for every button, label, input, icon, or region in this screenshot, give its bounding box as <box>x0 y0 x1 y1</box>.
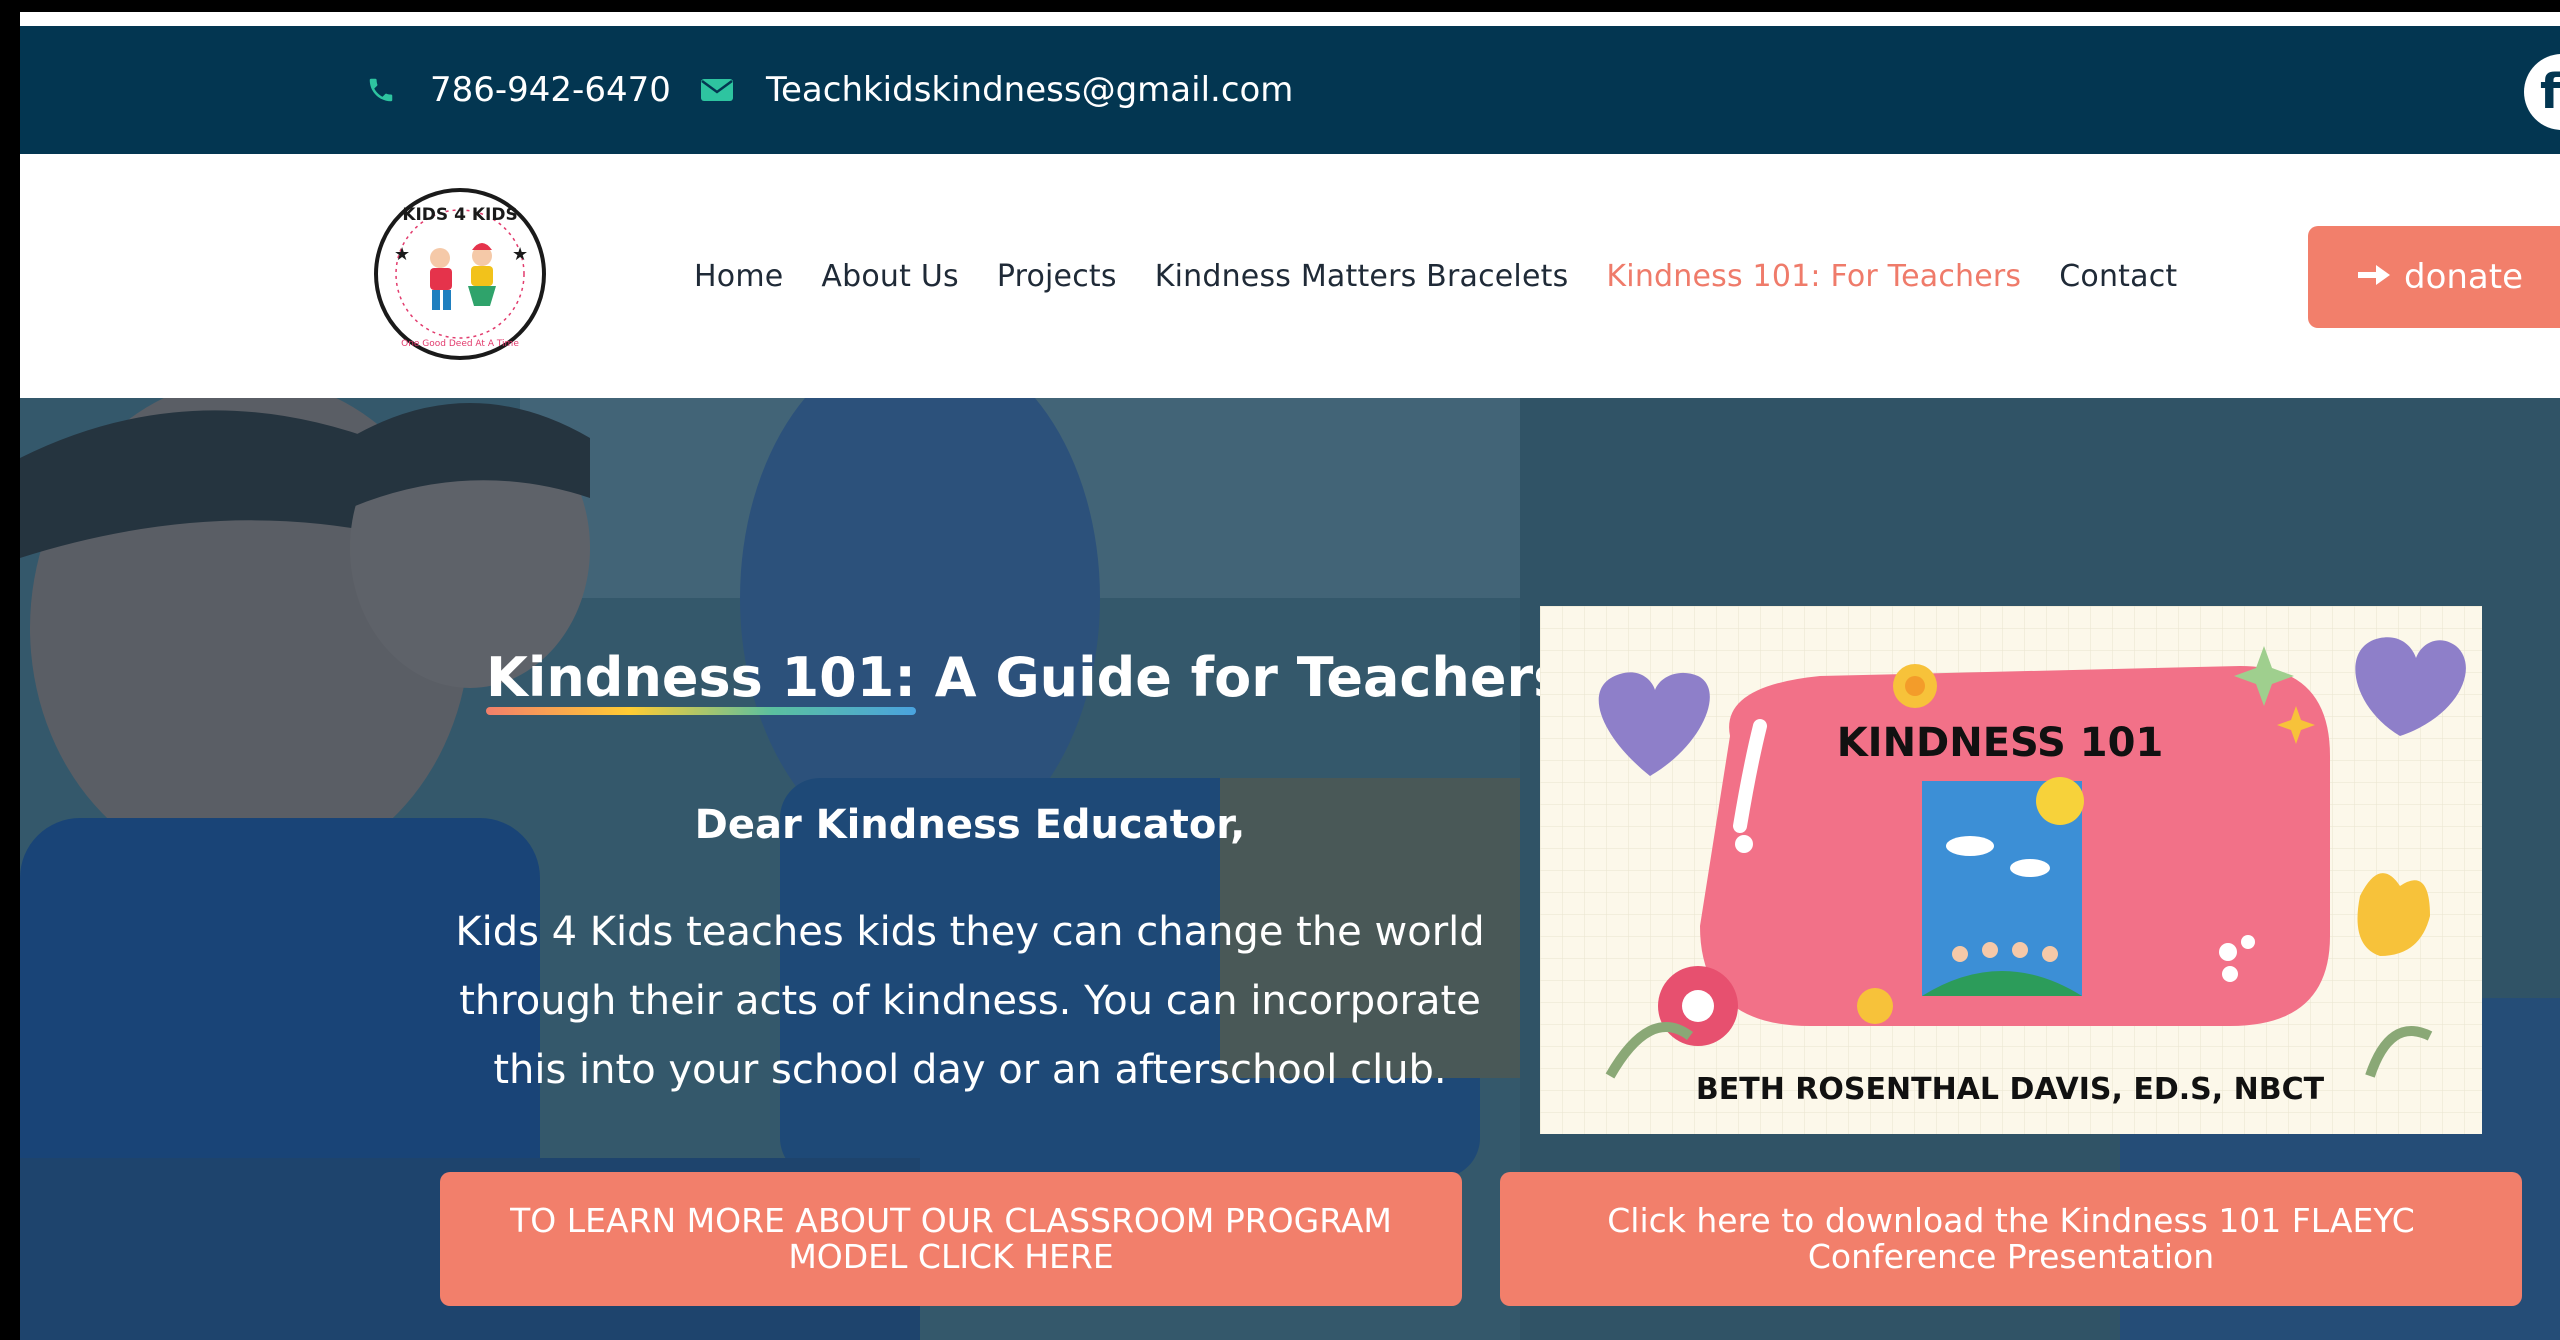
contact-bar: 786-942-6470 Teachkidskindness@gmail.com… <box>20 26 2560 154</box>
svg-text:KIDS 4 KIDS: KIDS 4 KIDS <box>402 205 517 225</box>
site-logo[interactable]: KIDS 4 KIDS ★ ★ One Good Deed At A Time <box>372 186 548 362</box>
facebook-icon[interactable]: f <box>2524 54 2560 130</box>
svg-text:One Good Deed At A Time: One Good Deed At A Time <box>401 339 519 349</box>
hero-title: Kindness 101: A Guide for Teachers <box>486 646 1565 715</box>
donate-label: donate <box>2404 257 2524 297</box>
phone-contact[interactable]: 786-942-6470 <box>364 26 671 154</box>
kindness-101-book-image: KINDNESS 101 BETH ROSENTHAL DAVIS, ED.S,… <box>1540 606 2482 1134</box>
envelope-icon <box>700 73 734 107</box>
nav-about-us[interactable]: About Us <box>821 259 958 294</box>
nav-projects[interactable]: Projects <box>997 259 1117 294</box>
window-top-edge <box>0 0 2560 12</box>
svg-text:★: ★ <box>512 244 528 264</box>
email-address: Teachkidskindness@gmail.com <box>766 70 1294 110</box>
phone-number: 786-942-6470 <box>430 70 671 110</box>
nav-kindness-matters-bracelets[interactable]: Kindness Matters Bracelets <box>1155 259 1569 294</box>
book-author: BETH ROSENTHAL DAVIS, ED.S, NBCT <box>1696 1072 2325 1107</box>
email-contact[interactable]: Teachkidskindness@gmail.com <box>700 26 1293 154</box>
site-header: KIDS 4 KIDS ★ ★ One Good Deed At A Time … <box>20 154 2560 398</box>
main-nav: Home About Us Projects Kindness Matters … <box>694 154 2177 398</box>
arrow-right-icon <box>2356 257 2392 297</box>
svg-text:★: ★ <box>394 244 410 264</box>
hero-body-text: Kids 4 Kids teaches kids they can change… <box>455 909 1485 1093</box>
download-presentation-button[interactable]: Click here to download the Kindness 101 … <box>1500 1172 2522 1306</box>
hero-title-bold: Kindness 101: <box>486 646 916 715</box>
phone-icon <box>364 73 398 107</box>
hero-section: Kindness 101: A Guide for Teachers Dear … <box>20 398 2560 1340</box>
book-title: KINDNESS 101 <box>1837 720 2164 766</box>
donate-button[interactable]: donate <box>2308 226 2560 328</box>
nav-kindness-101-for-teachers[interactable]: Kindness 101: For Teachers <box>1606 259 2021 294</box>
title-underline <box>486 707 916 715</box>
hero-title-rest: A Guide for Teachers <box>915 646 1566 709</box>
nav-home[interactable]: Home <box>694 259 783 294</box>
hero-greeting: Dear Kindness Educator, <box>694 802 1246 848</box>
page: 786-942-6470 Teachkidskindness@gmail.com… <box>14 12 2560 1340</box>
nav-contact[interactable]: Contact <box>2059 259 2177 294</box>
classroom-program-button[interactable]: TO LEARN MORE ABOUT OUR CLASSROOM PROGRA… <box>440 1172 1462 1306</box>
